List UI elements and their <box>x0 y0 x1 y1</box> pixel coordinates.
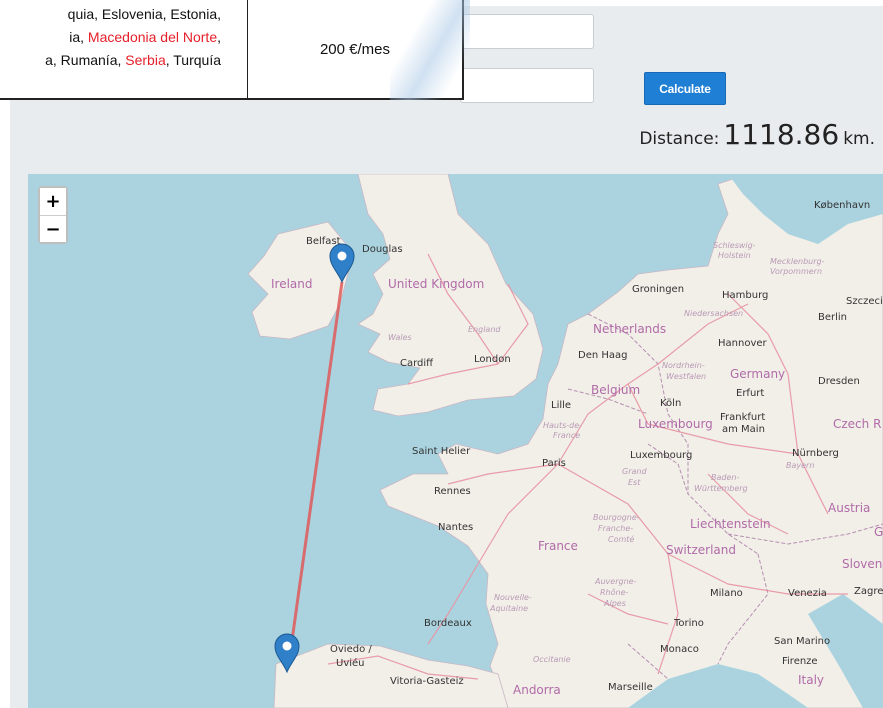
label-mecklenburg: Mecklenburg- <box>770 257 825 266</box>
label-vorpommern: Vorpommern <box>770 267 822 276</box>
route-line <box>287 281 344 663</box>
label-am-main: am Main <box>722 424 765 435</box>
label-bayern: Bayern <box>786 461 814 470</box>
label-aquitaine: Aquitaine <box>489 604 528 613</box>
distance-unit: km. <box>843 129 875 149</box>
label-hauts: Hauts-de- <box>543 421 582 430</box>
price-cell: 200 €/mes <box>319 40 391 58</box>
label-alpes: Alpes <box>603 599 626 608</box>
label-bourgogne: Bourgogne- <box>593 513 640 522</box>
price-table-overlay: quia, Eslovenia, Estonia, ia, Macedonia … <box>0 0 464 100</box>
label-milano: Milano <box>710 588 743 599</box>
label-bordeaux: Bordeaux <box>424 618 472 629</box>
label-hannover: Hannover <box>718 338 768 349</box>
label-koln: Köln <box>660 398 681 409</box>
label-hauts-france: France <box>553 431 580 440</box>
label-franche: Franche- <box>598 524 633 533</box>
route-map[interactable]: Ireland United Kingdom Netherlands Belgi… <box>28 174 883 708</box>
label-torino: Torino <box>673 618 704 629</box>
countries-line-1: quia, Eslovenia, Estonia, <box>67 6 221 22</box>
label-occitanie: Occitanie <box>533 655 571 664</box>
label-holstein: Holstein <box>718 251 751 260</box>
label-nordrhein: Nordrhein- <box>662 361 705 370</box>
label-uvieu: Uviéu <box>336 657 365 669</box>
distance-result: Distance: 1118.86 km. <box>639 118 875 151</box>
label-berlin: Berlin <box>818 312 847 323</box>
label-san-marino: San Marino <box>774 636 830 647</box>
label-kobenhavn: København <box>814 200 870 211</box>
map-canvas[interactable]: Ireland United Kingdom Netherlands Belgi… <box>28 174 883 708</box>
label-luxembourg: Luxembourg <box>638 417 713 431</box>
label-ireland: Ireland <box>271 277 313 291</box>
label-szczecin: Szczecin <box>846 296 883 307</box>
label-douglas: Douglas <box>362 244 403 255</box>
label-schleswig: Schleswig- <box>713 241 756 250</box>
label-austria: Austria <box>828 501 870 515</box>
label-niedersachsen: Niedersachsen <box>684 309 743 318</box>
label-zagreb: Zagre <box>854 586 883 597</box>
label-london: London <box>474 354 511 365</box>
label-est: Est <box>628 478 641 487</box>
label-wurttemberg: Württemberg <box>694 484 748 493</box>
label-belfast: Belfast <box>306 236 341 247</box>
label-lille: Lille <box>551 400 571 411</box>
distance-label: Distance: <box>639 129 720 149</box>
label-czech: Czech R <box>833 417 881 431</box>
distance-value: 1118.86 <box>723 118 840 151</box>
label-den-haag: Den Haag <box>578 350 628 361</box>
label-france: France <box>538 539 578 553</box>
label-wales: Wales <box>388 333 412 342</box>
label-netherlands: Netherlands <box>593 322 666 336</box>
label-dresden: Dresden <box>818 376 860 387</box>
countries-line-3: a, Rumanía, Serbia, Turquía <box>45 52 221 68</box>
label-belgium: Belgium <box>591 383 640 397</box>
label-luxembourg-city: Luxembourg <box>630 450 692 461</box>
land-great-britain <box>357 174 544 417</box>
label-nurnberg: Nürnberg <box>792 448 839 459</box>
origin-input[interactable] <box>460 14 594 49</box>
label-vitoria: Vitoria-Gasteiz <box>390 676 464 687</box>
label-comte: Comté <box>608 534 634 544</box>
label-cardiff: Cardiff <box>400 358 434 369</box>
label-hamburg: Hamburg <box>722 290 768 301</box>
label-nouvelle: Nouvelle- <box>494 593 532 602</box>
label-slovenia: Sloven <box>842 557 882 571</box>
destination-input[interactable] <box>460 68 594 103</box>
label-firenze: Firenze <box>782 656 818 667</box>
label-baden: Baden- <box>711 473 739 482</box>
label-groningen: Groningen <box>632 284 684 295</box>
countries-line-2: ia, Macedonia del Norte, <box>69 29 221 45</box>
countries-cell: quia, Eslovenia, Estonia, ia, Macedonia … <box>0 0 248 98</box>
label-andorra: Andorra <box>513 683 561 697</box>
label-paris: Paris <box>542 458 566 469</box>
label-oviedo: Oviedo / <box>330 644 372 655</box>
label-england: England <box>468 325 501 334</box>
label-westfalen: Westfalen <box>666 372 706 381</box>
zoom-control: + − <box>38 186 68 244</box>
label-liechtenstein: Liechtenstein <box>690 517 771 531</box>
label-nantes: Nantes <box>438 522 473 533</box>
label-saint-helier: Saint Helier <box>412 446 471 457</box>
label-monaco: Monaco <box>660 644 699 655</box>
label-uk: United Kingdom <box>388 277 484 291</box>
label-g: G <box>874 525 883 539</box>
label-germany: Germany <box>730 367 785 381</box>
label-frankfurt: Frankfurt <box>720 412 765 423</box>
zoom-out-button[interactable]: − <box>40 215 66 242</box>
label-venezia: Venezia <box>788 588 827 599</box>
label-erfurt: Erfurt <box>736 388 764 399</box>
label-grand: Grand <box>622 467 647 476</box>
label-switzerland: Switzerland <box>666 543 736 557</box>
label-italy: Italy <box>798 673 824 687</box>
label-rhone: Rhône- <box>600 587 629 597</box>
zoom-in-button[interactable]: + <box>40 188 66 215</box>
label-rennes: Rennes <box>434 486 471 497</box>
label-auvergne: Auvergne- <box>594 577 637 586</box>
calculate-button[interactable]: Calculate <box>644 72 726 105</box>
label-marseille: Marseille <box>608 682 653 693</box>
